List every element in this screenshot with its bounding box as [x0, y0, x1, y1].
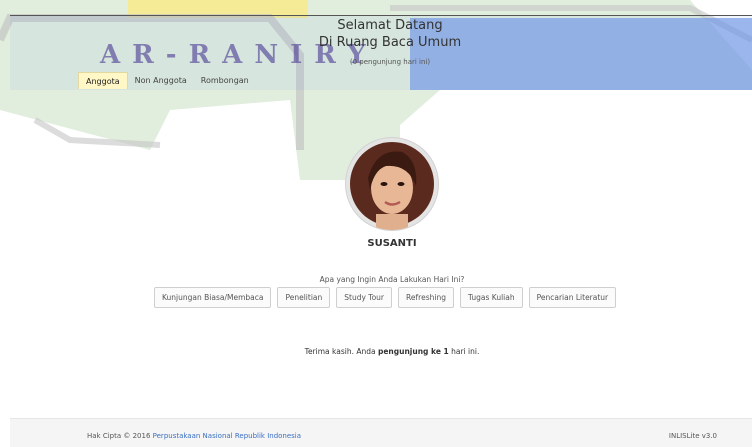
thanks-suffix: hari ini. — [451, 347, 480, 356]
visitor-number: pengunjung ke 1 — [377, 347, 449, 356]
penelitian-button[interactable]: Penelitian — [277, 287, 331, 308]
study-tour-button[interactable]: Study Tour — [336, 287, 393, 308]
refreshing-button[interactable]: Refreshing — [398, 287, 454, 308]
visit-purpose-buttons: Kunjungan Biasa/Membaca Penelitian Study… — [154, 287, 617, 308]
tab-non-anggota[interactable]: Non Anggota — [128, 72, 194, 89]
visit-purpose-question: Apa yang Ingin Anda Lakukan Hari Ini? — [319, 275, 465, 284]
copyright: Hak Cipta © 2016 Perpustakaan Nasional R… — [87, 432, 301, 440]
thanks-prefix: Terima kasih. Anda — [304, 347, 376, 356]
perpusnas-link[interactable]: Perpustakaan Nasional Republik Indonesia — [153, 432, 301, 440]
page-title: Selamat Datang — [337, 18, 443, 33]
tab-rombongan[interactable]: Rombongan — [194, 72, 256, 89]
copyright-text: Hak Cipta © 2016 — [87, 432, 151, 440]
member-photo — [350, 142, 434, 230]
app-version: INLISLite v3.0 — [668, 432, 717, 440]
avatar — [346, 138, 438, 230]
tugas-kuliah-button[interactable]: Tugas Kuliah — [459, 287, 523, 308]
visitor-type-tabs: Anggota Non Anggota Rombongan — [78, 72, 256, 89]
pencarian-literatur-button[interactable]: Pencarian Literatur — [528, 287, 617, 308]
thank-you-message: Terima kasih. Anda pengunjung ke 1 hari … — [200, 347, 584, 356]
tab-anggota[interactable]: Anggota — [78, 72, 128, 89]
member-name: SUSANTI — [367, 238, 417, 249]
kunjungan-biasa-button[interactable]: Kunjungan Biasa/Membaca — [154, 287, 272, 308]
visitor-count: (0 pengunjung hari ini) — [349, 58, 431, 66]
page-subtitle: Di Ruang Baca Umum — [318, 35, 462, 50]
